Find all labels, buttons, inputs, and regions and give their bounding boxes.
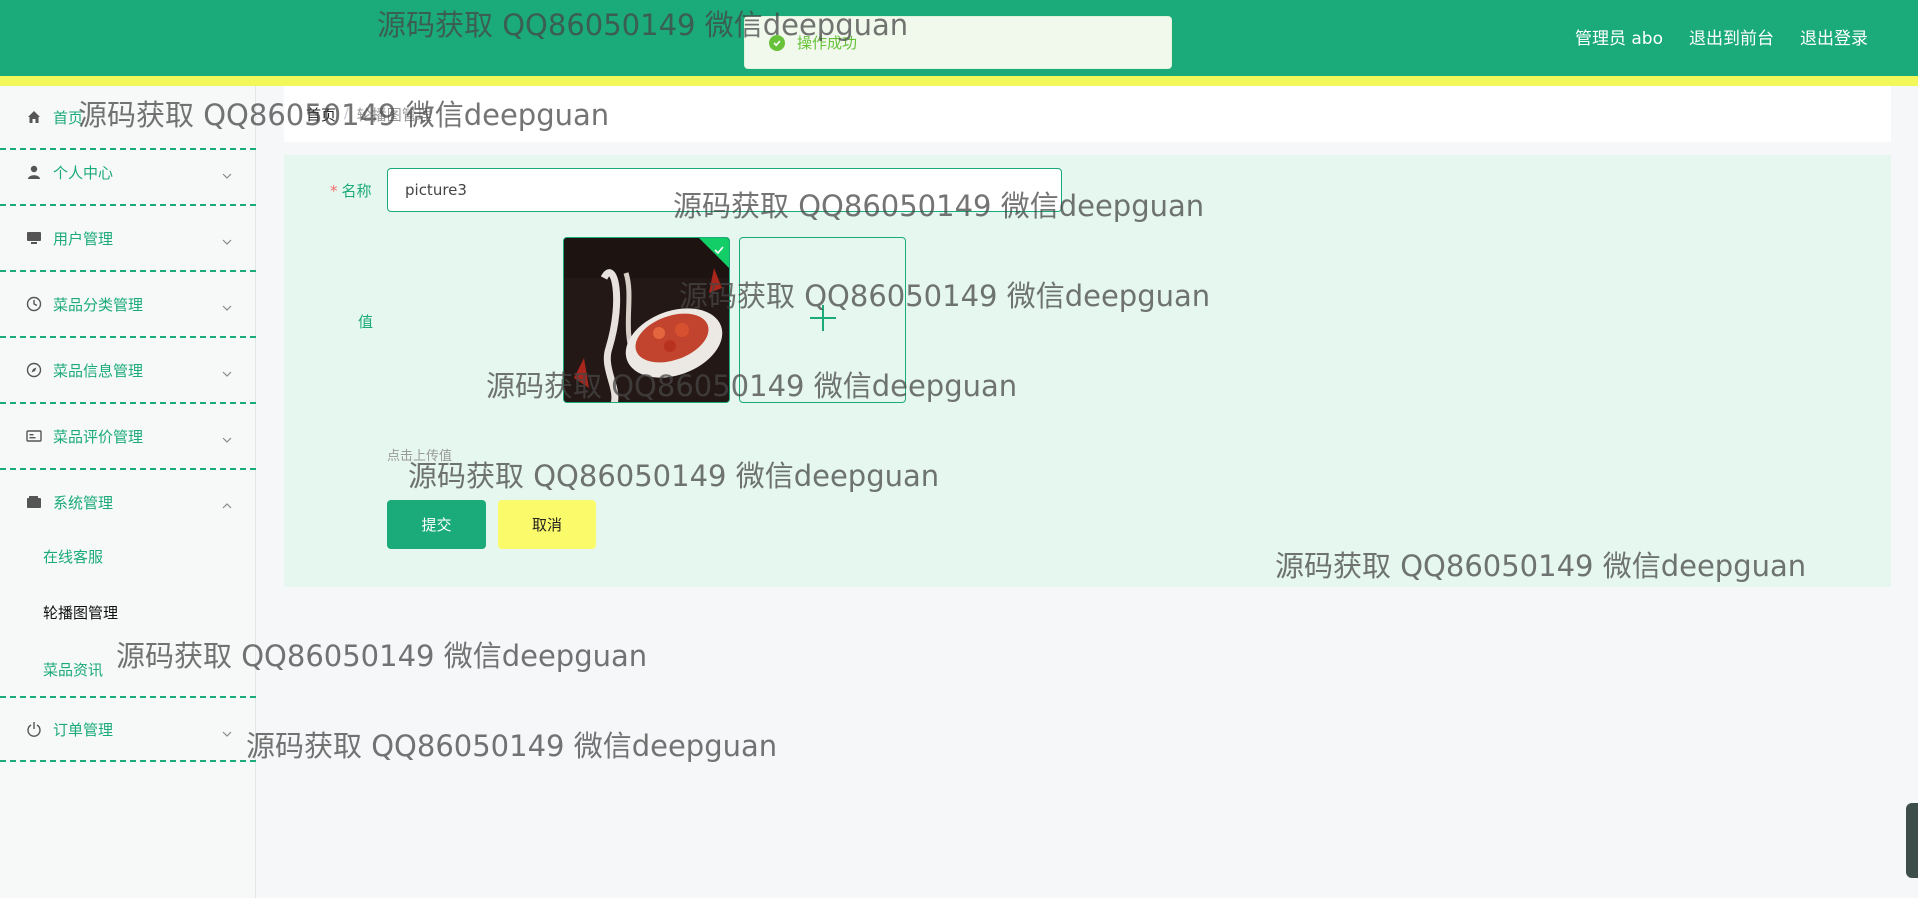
cancel-button[interactable]: 取消 — [498, 500, 596, 549]
breadcrumb: 首页 / 轮播图管理 — [284, 86, 1891, 142]
plus-icon — [808, 303, 838, 337]
sidebar-item-label: 个人中心 — [53, 163, 114, 182]
sidebar-item-label: 系统管理 — [53, 493, 114, 512]
name-input[interactable] — [387, 168, 1062, 212]
submit-button[interactable]: 提交 — [387, 500, 486, 549]
sidebar-item-label: 订单管理 — [53, 720, 114, 739]
sidebar-item-system-management[interactable]: 系统管理 — [0, 470, 256, 534]
sidebar-item-order-management[interactable]: 订单管理 — [0, 698, 256, 762]
breadcrumb-current: 轮播图管理 — [356, 105, 432, 124]
logout-link[interactable]: 退出登录 — [1800, 24, 1868, 49]
chevron-down-icon — [222, 232, 232, 245]
sidebar-item-label: 菜品信息管理 — [53, 361, 144, 380]
wallet-icon — [25, 493, 43, 511]
user-icon — [25, 163, 43, 181]
toast-message: 操作成功 — [797, 34, 858, 52]
submenu-item-online-service[interactable]: 在线客服 — [43, 546, 103, 567]
compass-icon — [25, 361, 43, 379]
chevron-down-icon — [222, 724, 232, 737]
sidebar-item-label: 首页 — [53, 108, 84, 127]
header-accent-stripe — [0, 76, 1918, 86]
chevron-down-icon — [222, 364, 232, 377]
admin-user-link[interactable]: 管理员 abo — [1575, 24, 1663, 49]
edit-form: *名称 值 点击上传值 提交 取消 — [284, 155, 1891, 587]
sidebar-item-label: 菜品分类管理 — [53, 295, 144, 314]
clock-icon — [25, 295, 43, 313]
sidebar-item-label: 用户管理 — [53, 229, 114, 248]
breadcrumb-home[interactable]: 首页 — [306, 104, 336, 125]
value-label: 值 — [358, 313, 374, 331]
sidebar-item-label: 菜品评价管理 — [53, 427, 144, 446]
uploaded-image-thumbnail[interactable] — [563, 237, 730, 403]
monitor-icon — [25, 229, 43, 247]
upload-hint: 点击上传值 — [387, 449, 453, 464]
card-icon — [25, 427, 43, 445]
check-icon — [713, 241, 725, 255]
chevron-down-icon — [222, 430, 232, 443]
chevron-down-icon — [222, 166, 232, 179]
chevron-up-icon — [222, 496, 232, 509]
sidebar-item-dish-category[interactable]: 菜品分类管理 — [0, 272, 256, 338]
name-label: * 名称 — [330, 182, 372, 200]
upload-button[interactable] — [739, 237, 906, 403]
power-icon — [25, 720, 43, 738]
sidebar: 首页 个人中心 用户管理 菜品分类管理 菜品信息管理 菜品评价管理 系统管理 在… — [0, 86, 256, 898]
sidebar-item-dish-info[interactable]: 菜品信息管理 — [0, 338, 256, 404]
breadcrumb-separator: / — [344, 106, 349, 122]
check-circle-icon — [769, 34, 785, 51]
home-icon — [25, 108, 43, 126]
submenu-item-carousel-management[interactable]: 轮播图管理 — [43, 602, 118, 623]
sidebar-item-personal-center[interactable]: 个人中心 — [0, 140, 256, 206]
submenu-item-dish-news[interactable]: 菜品资讯 — [43, 659, 103, 680]
back-to-frontend-link[interactable]: 退出到前台 — [1689, 24, 1774, 49]
success-toast: 操作成功 — [744, 16, 1172, 69]
header-nav: 管理员 abo 退出到前台 退出登录 — [1575, 24, 1868, 49]
sidebar-item-user-management[interactable]: 用户管理 — [0, 206, 256, 272]
food-image — [564, 238, 729, 402]
sidebar-item-dish-review[interactable]: 菜品评价管理 — [0, 404, 256, 470]
chevron-down-icon — [222, 298, 232, 311]
watermark: 源码获取 QQ86050149 微信deepguan — [246, 729, 778, 763]
floating-side-widget[interactable] — [1906, 803, 1918, 878]
